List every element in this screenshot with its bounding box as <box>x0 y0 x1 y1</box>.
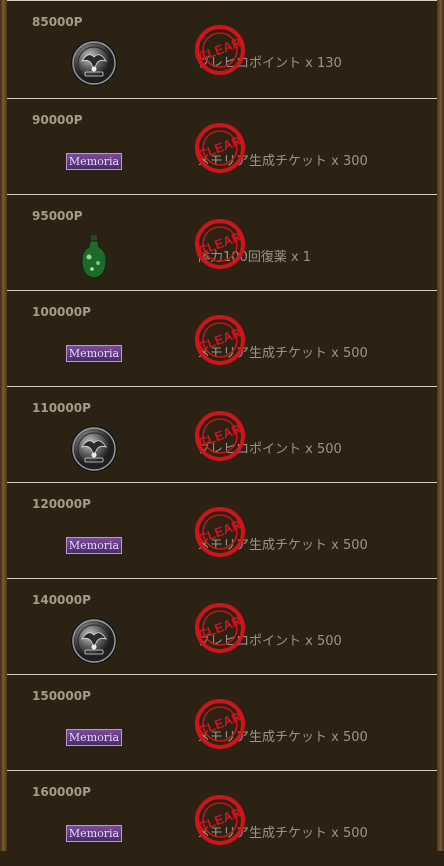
points-threshold: 95000P <box>32 209 83 223</box>
reward-row: 140000P ブレヒロポイント x 500 CLEAR <box>7 578 437 674</box>
reward-row: 150000P Memoria メモリア生成チケット x 500 CLEAR <box>7 674 437 770</box>
memoria-ticket-icon: Memoria <box>65 329 123 377</box>
memoria-ticket-icon: Memoria <box>65 809 123 857</box>
stamp-label: CLEAR <box>196 805 244 835</box>
stamp-label: CLEAR <box>196 517 244 547</box>
stamp-label: CLEAR <box>196 421 244 451</box>
memoria-label: Memoria <box>65 536 123 554</box>
points-threshold: 110000P <box>32 401 91 415</box>
points-threshold: 140000P <box>32 593 91 607</box>
memoria-label: Memoria <box>65 728 123 746</box>
reward-row: 120000P Memoria メモリア生成チケット x 500 CLEAR <box>7 482 437 578</box>
memoria-ticket-icon: Memoria <box>65 137 123 185</box>
reward-row: 85000P ブレヒロポイント x 130 CLEAR <box>7 0 437 98</box>
clear-stamp-icon: CLEAR <box>195 603 245 653</box>
points-threshold: 90000P <box>32 113 83 127</box>
points-threshold: 160000P <box>32 785 91 799</box>
clear-stamp-icon: CLEAR <box>195 795 245 845</box>
reward-row: 110000P ブレヒロポイント x 500 CLEAR <box>7 386 437 482</box>
stamp-label: CLEAR <box>196 325 244 355</box>
points-threshold: 85000P <box>32 15 83 29</box>
stamp-label: CLEAR <box>196 35 244 65</box>
stamp-label: CLEAR <box>196 229 244 259</box>
green-potion-icon <box>81 235 107 279</box>
memoria-label: Memoria <box>65 824 123 842</box>
frame-left-border <box>0 0 7 851</box>
clear-stamp-icon: CLEAR <box>195 699 245 749</box>
reward-row: 90000P Memoria メモリア生成チケット x 300 CLEAR <box>7 98 437 194</box>
clear-stamp-icon: CLEAR <box>195 315 245 365</box>
reward-row: 160000P Memoria メモリア生成チケット x 500 CLEAR <box>7 770 437 866</box>
crest-coin-icon <box>70 425 118 473</box>
crest-coin-icon <box>71 426 117 472</box>
memoria-ticket-icon: Memoria <box>65 713 123 761</box>
memoria-label: Memoria <box>65 152 123 170</box>
clear-stamp-icon: CLEAR <box>195 219 245 269</box>
green-potion-icon <box>70 233 118 281</box>
reward-row: 100000P Memoria メモリア生成チケット x 500 CLEAR <box>7 290 437 386</box>
crest-coin-icon <box>70 39 118 87</box>
clear-stamp-icon: CLEAR <box>195 25 245 75</box>
memoria-label: Memoria <box>65 344 123 362</box>
frame-right-border <box>437 0 444 851</box>
crest-coin-icon <box>71 618 117 664</box>
reward-row: 95000P 体力100回復薬 x 1 CLEAR <box>7 194 437 290</box>
stamp-label: CLEAR <box>196 133 244 163</box>
points-threshold: 100000P <box>32 305 91 319</box>
points-threshold: 150000P <box>32 689 91 703</box>
points-threshold: 120000P <box>32 497 91 511</box>
reward-list[interactable]: 85000P ブレヒロポイント x 130 CLEAR 90000P Memor… <box>7 0 437 866</box>
clear-stamp-icon: CLEAR <box>195 123 245 173</box>
stamp-label: CLEAR <box>196 709 244 739</box>
clear-stamp-icon: CLEAR <box>195 507 245 557</box>
memoria-ticket-icon: Memoria <box>65 521 123 569</box>
stamp-label: CLEAR <box>196 613 244 643</box>
crest-coin-icon <box>71 40 117 86</box>
clear-stamp-icon: CLEAR <box>195 411 245 461</box>
crest-coin-icon <box>70 617 118 665</box>
